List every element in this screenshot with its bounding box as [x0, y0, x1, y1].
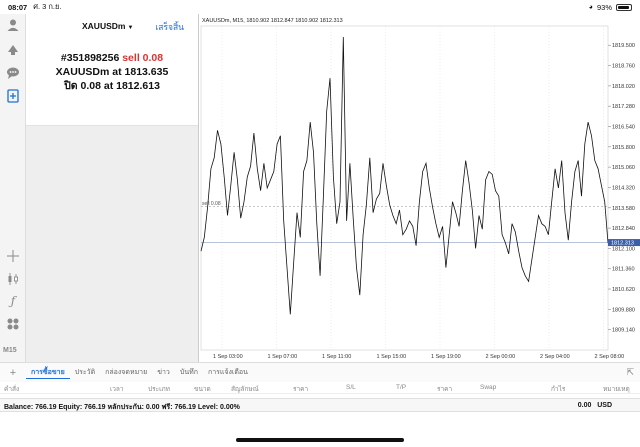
wifi-icon: ◕	[588, 3, 593, 11]
order-ticket-line: #351898256 sell 0.08	[26, 51, 198, 65]
chart-title: XAUUSDm, M15, 1810.902 1812.847 1810.902…	[202, 18, 343, 24]
y-tick-label: 1814.320	[612, 185, 635, 191]
objects-icon[interactable]	[5, 316, 21, 332]
order-result: #351898256 sell 0.08 XAUUSDm at 1813.635…	[26, 51, 198, 93]
orders-table-header: คำสั่ง เวลา ประเภท ขนาด สัญลักษณ์ ราคา S…	[0, 382, 640, 394]
tabs-host: การซื้อขาย ประวัติ กล่องจดหมาย ข่าว บันทึก กา…	[26, 367, 253, 379]
profit-value: 0.00	[577, 402, 592, 409]
left-toolbar: ƒ M15	[0, 14, 26, 362]
indicators-icon[interactable]: ƒ	[5, 293, 21, 309]
tab-0[interactable]: การซื้อขาย	[26, 367, 70, 379]
timeframe-button[interactable]: M15	[3, 347, 17, 354]
battery-icon	[616, 3, 632, 11]
order-open-price: 1813.635	[124, 66, 169, 78]
col-sl: S/L	[346, 384, 356, 391]
new-order-icon[interactable]	[5, 88, 21, 104]
col-type: ประเภท	[148, 386, 170, 393]
col-volume: ขนาด	[194, 386, 211, 393]
y-tick-label: 1817.280	[612, 104, 635, 110]
done-button[interactable]: เสร็จสิ้น	[155, 20, 184, 34]
y-tick-label: 1813.580	[612, 206, 635, 212]
panel-background	[26, 126, 198, 362]
col-order: คำสั่ง	[4, 386, 20, 393]
y-tick-label: 1818.020	[612, 84, 635, 90]
crosshair-icon[interactable]	[5, 248, 21, 264]
y-tick-label: 1812.840	[612, 226, 635, 232]
price-series-line	[200, 36, 609, 315]
col-comment: หมายเหตุ	[603, 386, 630, 393]
y-tick-label: 1816.540	[612, 124, 635, 130]
x-tick-label: 2 Sep 04:00	[540, 354, 570, 360]
y-tick-label: 1809.140	[612, 328, 635, 334]
account-icon[interactable]	[5, 17, 21, 33]
home-indicator	[236, 438, 404, 442]
order-side: sell 0.08	[122, 52, 164, 64]
order-close-line: ปิด 0.08 at 1812.613	[26, 79, 198, 93]
profit-currency: USD	[597, 402, 612, 409]
x-tick-label: 1 Sep 15:00	[377, 354, 407, 360]
plus-icon[interactable]: +	[0, 367, 26, 379]
tab-1[interactable]: ประวัติ	[70, 367, 100, 379]
col-tp: T/P	[396, 384, 407, 391]
chat-icon[interactable]	[5, 65, 21, 81]
x-tick-label: 2 Sep 08:00	[595, 354, 625, 360]
current-price-label: 1812.313	[611, 241, 634, 247]
order-open-line: XAUUSDm at 1813.635	[26, 65, 198, 79]
col-time: เวลา	[110, 386, 124, 393]
x-tick-label: 1 Sep 07:00	[268, 354, 298, 360]
order-ticket: #351898256	[60, 52, 120, 64]
x-tick-label: 2 Sep 00:00	[486, 354, 516, 360]
order-open-prefix: XAUUSDm at	[55, 66, 122, 78]
col-price-current: ราคา	[437, 386, 453, 393]
tab-3[interactable]: ข่าว	[152, 367, 175, 379]
y-tick-label: 1819.500	[612, 43, 635, 49]
y-tick-label: 1815.060	[612, 165, 635, 171]
balance-row: Balance: 766.19 Equity: 766.19 หลักประกั…	[0, 398, 640, 412]
y-tick-label: 1815.800	[612, 145, 635, 151]
col-symbol: สัญลักษณ์	[231, 386, 259, 393]
tab-4[interactable]: บันทึก	[175, 367, 203, 379]
chart-svg: XAUUSDm, M15, 1810.902 1812.847 1810.902…	[200, 18, 640, 360]
y-tick-label: 1818.760	[612, 64, 635, 70]
balance-summary: Balance: 766.19 Equity: 766.19 หลักประกั…	[4, 404, 240, 411]
order-confirmation-panel: XAUUSDm ▼ เสร็จสิ้น #351898256 sell 0.08 …	[26, 14, 198, 126]
battery-percent: 93%	[596, 2, 612, 12]
x-tick-label: 1 Sep 19:00	[431, 354, 461, 360]
col-price: ราคา	[293, 386, 309, 393]
status-date: ศ. 3 ก.ย.	[33, 2, 62, 11]
col-swap: Swap	[480, 384, 497, 391]
tab-5[interactable]: การแจ้งเตือน	[203, 367, 253, 379]
x-tick-label: 1 Sep 03:00	[213, 354, 243, 360]
caret-down-icon: ▼	[127, 25, 134, 31]
x-tick-label: 1 Sep 11:00	[322, 354, 351, 360]
y-tick-label: 1809.880	[612, 307, 635, 313]
tab-2[interactable]: กล่องจดหมาย	[100, 367, 152, 379]
order-line-label: sell 0.08	[202, 201, 221, 207]
terminal-tabs: + การซื้อขาย ประวัติ กล่องจดหมาย ข่าว บันทึก…	[0, 362, 640, 382]
y-tick-label: 1812.100	[612, 246, 635, 252]
symbol-selector[interactable]: XAUUSDm ▼	[82, 21, 133, 31]
signals-icon[interactable]	[5, 41, 21, 57]
plot-frame	[200, 25, 609, 351]
status-bar: 08:07 ศ. 3 ก.ย. ◕ 93%	[0, 0, 640, 14]
symbol-label: XAUUSDm	[82, 21, 126, 31]
status-time: 08:07	[8, 2, 28, 12]
panel-header: XAUUSDm ▼ เสร็จสิ้น	[26, 14, 198, 36]
col-profit: กำไร	[551, 386, 566, 393]
balance-profit: 0.00 USD	[578, 402, 612, 409]
order-close-prefix: ปิด 0.08 at	[64, 80, 114, 92]
order-close-price: 1812.613	[116, 80, 160, 92]
candlestick-icon[interactable]	[5, 271, 21, 287]
y-tick-label: 1810.620	[612, 287, 635, 293]
price-chart[interactable]: XAUUSDm, M15, 1810.902 1812.847 1810.902…	[198, 14, 640, 362]
collapse-icon[interactable]: ⇱	[626, 367, 634, 378]
y-tick-label: 1811.360	[612, 267, 635, 273]
